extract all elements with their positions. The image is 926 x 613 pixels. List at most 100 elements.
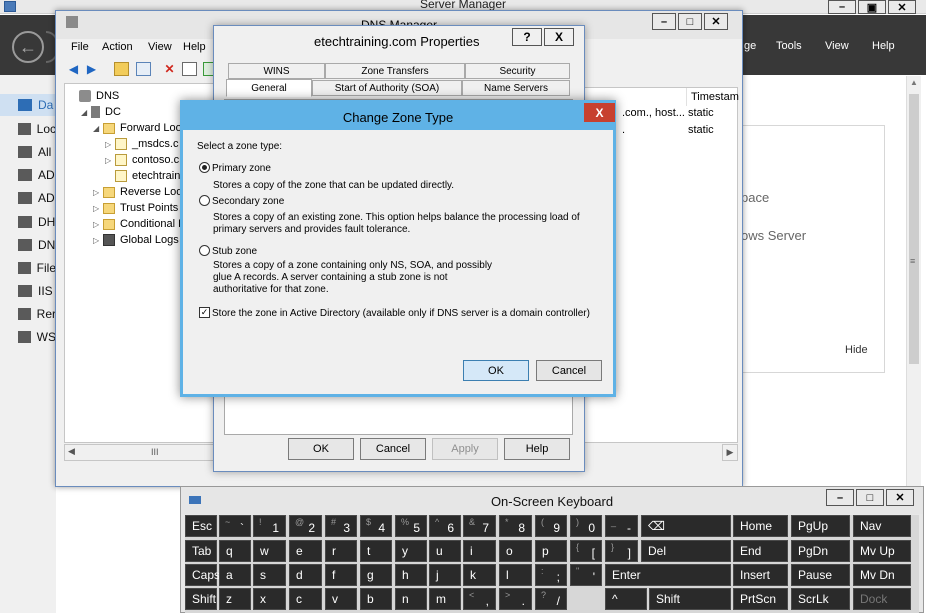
key[interactable]: ~ ` [219,515,251,537]
key[interactable]: t [360,540,392,562]
key[interactable]: o [499,540,532,562]
forward-icon[interactable]: ▶ [84,62,99,76]
menu-view[interactable]: View [825,40,849,52]
key[interactable]: Shift [185,588,217,610]
properties-cancel-button[interactable]: Cancel [360,438,426,460]
column-header-timestamp[interactable]: Timestam [686,88,739,106]
back-arrow-icon[interactable]: ← [12,31,44,63]
key[interactable]: w [253,540,286,562]
scroll-up-icon[interactable]: ▲ [910,78,918,87]
change-zone-cancel-button[interactable]: Cancel [536,360,602,381]
key[interactable]: a [219,564,251,586]
key[interactable]: g [360,564,392,586]
key[interactable]: End [733,540,788,562]
key[interactable]: $4 [360,515,392,537]
key[interactable]: Del [641,540,731,562]
store-in-ad-label[interactable]: Store the zone in Active Directory (avai… [212,308,590,320]
menu-help[interactable]: Help [872,40,895,52]
menu-manage[interactable]: ge [744,40,756,52]
key[interactable]: u [429,540,461,562]
tree-node[interactable]: etechtrain [105,168,180,184]
tree-node[interactable]: ▷ Trust Points [93,200,178,216]
tree-node[interactable]: ◢ Forward Look [93,120,187,136]
properties-apply-button[interactable]: Apply [432,438,498,460]
tree-horizontal-scrollbar[interactable]: ◀ III [64,444,215,461]
scrollbar-thumb[interactable] [909,94,919,364]
sidebar-item-dns[interactable]: DN [0,234,56,256]
record-timestamp-cell[interactable]: static [688,124,714,136]
key[interactable]: Tab [185,540,217,562]
tree-expander-icon[interactable]: ▷ [93,204,103,213]
show-hide-tree-icon[interactable] [136,62,151,76]
tree-expander-icon[interactable]: ◢ [81,108,91,117]
key[interactable]: d [289,564,322,586]
key[interactable]: c [289,588,322,610]
secondary-zone-radio[interactable] [199,195,210,206]
key[interactable]: v [325,588,357,610]
key[interactable]: f [325,564,357,586]
properties-ok-button[interactable]: OK [288,438,354,460]
key[interactable]: }] [605,540,638,562]
properties-help-button[interactable]: ? [512,28,542,46]
sidebar-item-remote-access[interactable]: Rer [0,303,56,325]
key[interactable]: l [499,564,532,586]
secondary-zone-label[interactable]: Secondary zone [212,196,284,208]
dns-menu-file[interactable]: File [71,41,89,53]
tree-expander-icon[interactable]: ▷ [105,156,115,165]
properties-close-button[interactable]: X [544,28,574,46]
properties-icon[interactable] [182,62,197,76]
key[interactable]: y [395,540,427,562]
key[interactable]: {[ [570,540,602,562]
delete-icon[interactable]: ✕ [162,62,177,76]
key[interactable]: Pause [791,564,850,586]
tree-expander-icon[interactable]: ▷ [93,236,103,245]
sidebar-item-iis[interactable]: IIS [0,280,56,302]
scroll-right-icon[interactable]: ▶ [722,444,738,461]
tab-zone-transfers[interactable]: Zone Transfers [325,63,465,79]
key[interactable]: n [395,588,427,610]
sidebar-item-all-servers[interactable]: All [0,141,56,163]
key[interactable]: m [429,588,461,610]
key[interactable]: b [360,588,392,610]
osk-maximize-button[interactable]: □ [856,489,884,506]
key[interactable]: r [325,540,357,562]
osk-minimize-button[interactable]: – [826,489,854,506]
key[interactable]: z [219,588,251,610]
key[interactable]: s [253,564,286,586]
stub-zone-radio[interactable] [199,245,210,256]
key[interactable]: #3 [325,515,357,537]
key[interactable]: ⌫ [641,515,731,537]
key[interactable]: >. [499,588,532,610]
dns-maximize-button[interactable]: □ [678,13,702,30]
key[interactable]: i [463,540,496,562]
primary-zone-label[interactable]: Primary zone [212,163,271,175]
key[interactable]: PrtScn [733,588,788,610]
key[interactable]: x [253,588,286,610]
key[interactable]: k [463,564,496,586]
osk-close-button[interactable]: ✕ [886,489,914,506]
key[interactable]: ^ [605,588,647,610]
change-zone-ok-button[interactable]: OK [463,360,529,381]
primary-zone-radio[interactable] [199,162,210,173]
sidebar-item-dashboard[interactable]: Da [0,94,56,116]
key[interactable]: :; [535,564,567,586]
key[interactable]: PgUp [791,515,850,537]
dns-minimize-button[interactable]: – [652,13,676,30]
tree-node[interactable]: ▷ contoso.c [105,152,179,168]
key[interactable]: p [535,540,567,562]
key[interactable]: h [395,564,427,586]
key[interactable]: PgDn [791,540,850,562]
sidebar-item-ad-cs[interactable]: AD [0,164,56,186]
tab-general[interactable]: General [226,79,312,97]
minimize-button[interactable]: – [828,0,856,14]
record-data-cell[interactable]: . [622,124,625,136]
tree-node[interactable]: ▷ _msdcs.c [105,136,178,152]
tree-node[interactable]: ▷ Global Logs [93,232,179,248]
tree-expander-icon[interactable]: ▷ [93,220,103,229]
up-folder-icon[interactable] [114,62,129,76]
record-data-cell[interactable]: .com., host... [622,107,685,119]
tree-node[interactable]: DNS [69,88,119,104]
key[interactable]: " ' [570,564,602,586]
stub-zone-label[interactable]: Stub zone [212,246,257,258]
tree-expander-icon[interactable]: ▷ [93,188,103,197]
